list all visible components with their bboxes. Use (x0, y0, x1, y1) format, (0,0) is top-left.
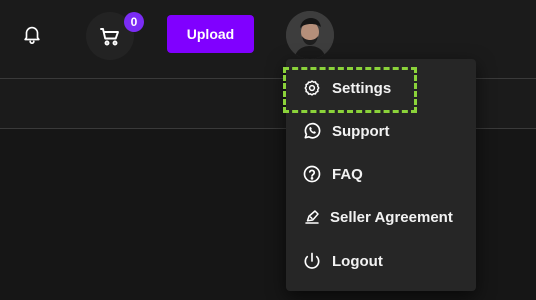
question-circle-icon (302, 164, 322, 184)
menu-item-seller-agreement[interactable]: Seller Agreement (286, 197, 476, 237)
profile-dropdown-menu: Settings Support FAQ Seller Agreement Lo… (286, 59, 476, 291)
notifications-button[interactable] (20, 22, 44, 46)
menu-item-logout[interactable]: Logout (286, 241, 476, 281)
menu-item-label: Logout (332, 252, 383, 270)
menu-item-settings[interactable]: Settings (286, 68, 476, 108)
whatsapp-icon (302, 121, 322, 141)
bell-icon (24, 26, 40, 44)
menu-item-label: FAQ (332, 165, 363, 183)
menu-item-label: Seller Agreement (330, 208, 453, 226)
menu-item-label: Support (332, 122, 390, 140)
cart-icon (100, 28, 119, 46)
upload-button[interactable]: Upload (167, 15, 254, 53)
power-icon (302, 251, 322, 271)
pen-agreement-icon (302, 207, 322, 227)
menu-item-label: Settings (332, 79, 392, 97)
user-avatar-image (286, 11, 334, 59)
cart-count-badge: 0 (124, 12, 144, 32)
gear-icon (302, 78, 322, 98)
menu-item-faq[interactable]: FAQ (286, 154, 476, 194)
menu-item-support[interactable]: Support (286, 111, 476, 151)
avatar[interactable] (286, 11, 334, 59)
